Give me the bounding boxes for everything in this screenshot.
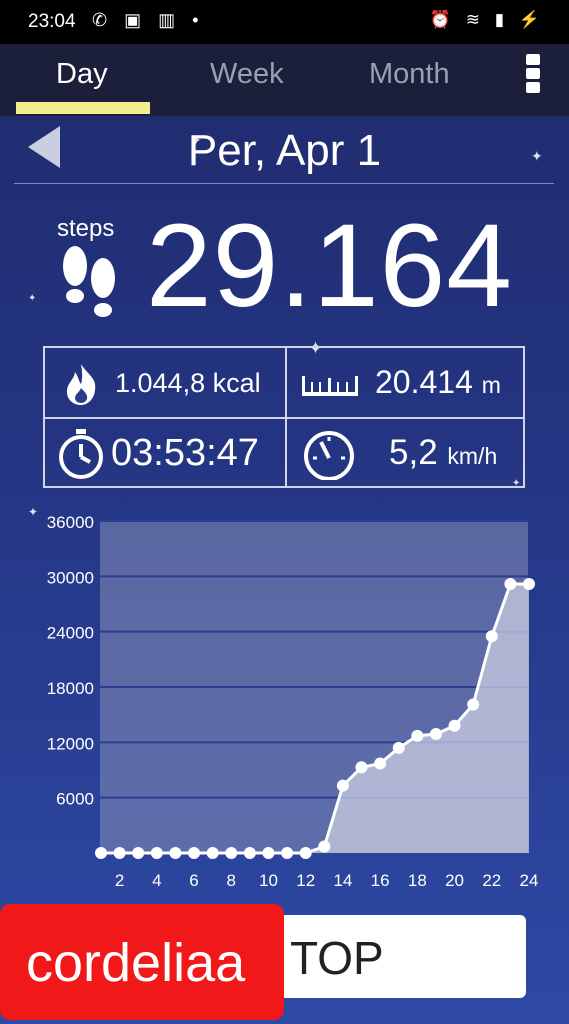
data-point: [429, 728, 442, 741]
x-tick-label: 8: [227, 871, 236, 890]
calories-value: 1.044,8 kcal: [115, 368, 261, 398]
x-tick-label: 20: [445, 871, 464, 890]
x-tick-label: 4: [152, 871, 161, 890]
notification-icons: ✆ ▣ ▥ •: [92, 10, 205, 30]
data-point: [299, 847, 312, 859]
calories-cell: 1.044,8 kcal: [45, 348, 285, 417]
x-tick-label: 18: [408, 871, 427, 890]
steps-chart: 6000 12000 18000 24000 30000 36000 2 4 6 8 10 12 14 1…: [0, 500, 569, 900]
tab-bar: Day Week Month: [0, 44, 569, 116]
data-point: [411, 729, 424, 742]
y-tick-label: 6000: [56, 790, 94, 809]
duration-value: 03:53:47: [111, 432, 259, 474]
stats-grid: 1.044,8 kcal 20.414 m 03:53:47 5,2 km/h: [43, 346, 525, 488]
data-point: [169, 847, 182, 859]
footprints-icon: [63, 246, 115, 317]
data-point: [318, 840, 331, 853]
x-tick-label: 6: [189, 871, 198, 890]
data-point: [355, 761, 368, 774]
data-point: [504, 578, 517, 591]
flame-icon: [66, 364, 96, 405]
stop-button[interactable]: TOP: [280, 915, 526, 998]
stopwatch-icon: [59, 429, 103, 479]
data-point: [113, 847, 126, 859]
data-point: [374, 757, 387, 770]
y-tick-label: 12000: [47, 734, 94, 753]
data-point: [281, 847, 294, 859]
data-point: [150, 847, 163, 859]
data-point: [467, 698, 480, 711]
x-tick-label: 2: [115, 871, 124, 890]
system-status-icons: ⏰ ≋ ▮ ⚡: [429, 10, 545, 29]
y-tick-label: 24000: [47, 624, 94, 643]
tab-month[interactable]: Month: [369, 58, 450, 91]
data-point: [262, 847, 275, 859]
x-tick-label: 22: [482, 871, 501, 890]
data-point: [243, 847, 256, 859]
data-point: [188, 847, 201, 859]
x-tick-label: 12: [296, 871, 315, 890]
steps-chart-svg: 600012000180002400030000360002 4 6 8 10 12 14 1…: [47, 513, 539, 890]
tab-day[interactable]: Day: [56, 58, 108, 91]
data-point: [132, 847, 145, 859]
y-tick-label: 36000: [47, 513, 94, 532]
data-point: [225, 847, 238, 859]
ruler-icon: [302, 376, 358, 396]
y-tick-label: 30000: [47, 568, 94, 587]
status-bar: 23:04 ✆ ▣ ▥ • ⏰ ≋ ▮ ⚡: [0, 0, 569, 44]
speedometer-icon: [304, 431, 354, 480]
speed-value: 5,2 km/h: [389, 433, 498, 472]
x-tick-label: 16: [371, 871, 390, 890]
data-point: [392, 741, 405, 754]
x-tick-label: 24: [520, 871, 539, 890]
steps-label: steps: [57, 215, 115, 242]
date-label: Per, Apr 1: [187, 126, 382, 175]
x-tick-label: 10: [259, 871, 278, 890]
steps-count: 29.164: [146, 200, 513, 332]
data-point: [336, 779, 349, 792]
sparkle-icon: ✦: [28, 293, 37, 304]
duration-cell: 03:53:47: [45, 419, 285, 488]
distance-cell: 20.414 m: [287, 348, 527, 417]
data-point: [95, 847, 107, 859]
active-tab-indicator: [16, 102, 150, 114]
speed-cell: 5,2 km/h: [287, 419, 527, 488]
data-point: [485, 630, 498, 643]
divider: [14, 183, 554, 184]
data-point: [206, 847, 219, 859]
overflow-menu-icon[interactable]: [523, 54, 543, 102]
y-tick-label: 18000: [47, 679, 94, 698]
data-point: [523, 578, 535, 591]
data-point: [448, 719, 461, 732]
tab-week[interactable]: Week: [210, 58, 284, 91]
x-tick-label: 14: [333, 871, 352, 890]
username-watermark: cordeliaa: [0, 904, 284, 1020]
status-time: 23:04: [28, 11, 76, 32]
distance-value: 20.414 m: [375, 364, 501, 400]
